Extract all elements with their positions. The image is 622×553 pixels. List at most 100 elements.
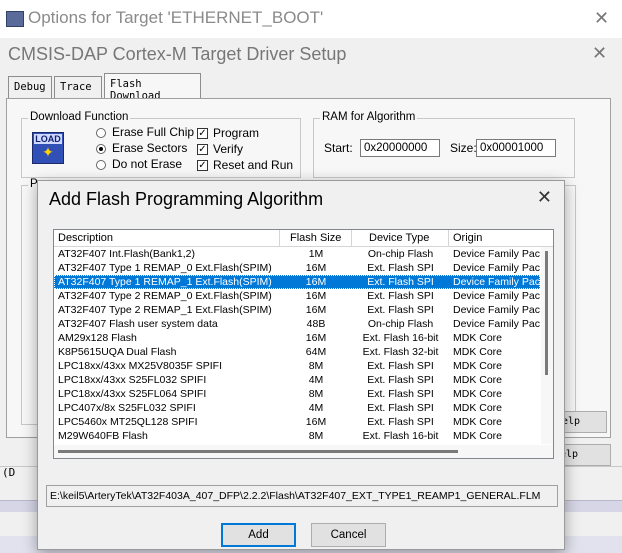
reset-and-run-label: Reset and Run	[213, 158, 294, 172]
cell-flash-size: 16M	[305, 290, 327, 302]
cell-description: AT32F407 Type 1 REMAP_1 Ext.Flash(SPIM)	[58, 276, 272, 288]
table-row[interactable]: LPC5460x MT25QL128 SPIFI 16M Ext. Flash SP…	[54, 415, 540, 429]
vertical-scrollbar[interactable]	[541, 247, 553, 444]
cell-origin: MDK Core	[453, 374, 503, 386]
cell-origin: Device Family Pac	[453, 248, 540, 260]
do-not-erase-label: Do not Erase	[112, 157, 183, 171]
cell-description: MIMXRT105x EcoXiP Flash	[58, 443, 278, 444]
cell-device-type: Ext. Flash SPI	[367, 416, 434, 428]
table-row[interactable]: LPC18xx/43xx S25FL032 SPIFI 4M Ext. Flash …	[54, 373, 540, 387]
cell-description: AT32F407 Type 2 REMAP_0 Ext.Flash(SPIM)	[58, 290, 272, 302]
scrollbar-thumb[interactable]	[58, 450, 458, 453]
cell-description: K8P5615UQA Dual Flash	[58, 346, 177, 358]
verify-checkbox[interactable]: ✓	[197, 144, 208, 155]
cell-flash-size: 16M	[305, 276, 327, 288]
table-row[interactable]: MIMXRT105x EcoXiP Flash4MExt. Flash SPI M…	[54, 443, 540, 444]
column-header-device-type[interactable]: Device Type	[352, 230, 449, 246]
cell-flash-size: 48B	[306, 318, 326, 330]
add-flash-algorithm-dialog: Add Flash Programming Algorithm ✕ Descri…	[37, 180, 565, 550]
scrollbar-thumb[interactable]	[545, 251, 548, 375]
reset-and-run-checkbox[interactable]: ✓	[197, 160, 208, 171]
cell-device-type: Ext. Flash SPI	[367, 304, 434, 316]
cell-description: LPC5460x MT25QL128 SPIFI	[58, 416, 198, 428]
cell-description: M29W640FB Flash	[58, 430, 148, 442]
cell-description: AT32F407 Type 2 REMAP_1 Ext.Flash(SPIM)	[58, 304, 272, 316]
algorithm-table: Description Flash Size Device Type Origi…	[53, 229, 554, 459]
cell-flash-size: 8M	[308, 430, 324, 442]
algorithm-path-field[interactable]: E:\keil5\ArteryTek\AT32F403A_407_DFP\2.2…	[46, 485, 558, 507]
load-icon: LOAD ✦	[32, 132, 64, 164]
cancel-button[interactable]: Cancel	[311, 523, 386, 547]
cell-flash-size: 4M	[308, 374, 324, 386]
program-label: Program	[213, 126, 260, 140]
verify-label: Verify	[213, 142, 244, 156]
do-not-erase-radio[interactable]	[96, 160, 106, 170]
cell-origin: MDK Core	[453, 416, 503, 428]
cell-device-type: On-chip Flash	[367, 318, 434, 330]
horizontal-scrollbar[interactable]	[54, 445, 553, 458]
cell-flash-size: 1M	[308, 248, 324, 260]
load-icon-text: LOAD	[34, 134, 62, 144]
erase-full-chip-radio[interactable]	[96, 128, 106, 138]
table-row[interactable]: LPC407x/8x S25FL032 SPIFI 4M Ext. Flash SP…	[54, 401, 540, 415]
cell-origin: Device Family Pac	[453, 318, 540, 330]
cell-flash-size: 8M	[308, 360, 324, 372]
cell-origin: MDK Core	[453, 388, 503, 400]
table-row[interactable]: AT32F407 Type 1 REMAP_0 Ext.Flash(SPIM) 1…	[54, 261, 540, 275]
column-header-description[interactable]: Description	[54, 230, 280, 246]
cell-device-type: Ext. Flash 16-bit	[362, 332, 439, 344]
cell-device-type: Ext. Flash 16-bit	[362, 430, 439, 442]
options-window-title: Options for Target 'ETHERNET_BOOT'	[28, 8, 324, 27]
ram-start-input[interactable]: 0x20000000	[360, 139, 440, 157]
cell-description: AT32F407 Type 1 REMAP_0 Ext.Flash(SPIM)	[58, 262, 272, 274]
table-row[interactable]: LPC18xx/43xx S25FL064 SPIFI 8M Ext. Flash …	[54, 387, 540, 401]
cell-origin: Device Family Pac	[453, 262, 540, 274]
erase-full-chip-label: Erase Full Chip	[112, 125, 195, 139]
tab-debug[interactable]: Debug	[8, 76, 52, 98]
column-header-origin[interactable]: Origin	[449, 230, 553, 246]
table-row[interactable]: LPC18xx/43xx MX25V8035F SPIFI 8M Ext. Flas…	[54, 359, 540, 373]
tab-label: Trace	[60, 81, 92, 93]
cell-flash-size: 16M	[305, 262, 327, 274]
table-row[interactable]: AT32F407 Flash user system data 48B On-chi…	[54, 317, 540, 331]
table-row[interactable]: AT32F407 Type 2 REMAP_1 Ext.Flash(SPIM) 1…	[54, 303, 540, 317]
program-checkbox[interactable]: ✓	[197, 128, 208, 139]
cell-device-type: Ext. Flash SPI	[352, 443, 449, 444]
table-row[interactable]: AT32F407 Type 2 REMAP_0 Ext.Flash(SPIM) 1…	[54, 289, 540, 303]
cell-flash-size: 64M	[305, 346, 327, 358]
cell-device-type: Ext. Flash SPI	[367, 388, 434, 400]
group-legend: Download Function	[28, 111, 131, 123]
table-row[interactable]: K8P5615UQA Dual Flash 64M Ext. Flash 32-bi…	[54, 345, 540, 359]
cell-device-type: Ext. Flash SPI	[367, 262, 434, 274]
erase-sectors-label: Erase Sectors	[112, 141, 188, 155]
tab-trace[interactable]: Trace	[54, 76, 102, 98]
cell-origin: MDK Core	[453, 402, 503, 414]
table-row[interactable]: AT32F407 Int.Flash(Bank1,2) 1M On-chip Fla…	[54, 247, 540, 261]
cell-device-type: Ext. Flash SPI	[367, 290, 434, 302]
table-row[interactable]: AT32F407 Type 1 REMAP_1 Ext.Flash(SPIM) 1…	[54, 275, 540, 289]
setup-window-title: CMSIS-DAP Cortex-M Target Driver Setup	[8, 44, 347, 64]
table-row[interactable]: AM29x128 Flash 16M Ext. Flash 16-bit MDK Co…	[54, 331, 540, 345]
close-icon[interactable]: ✕	[594, 8, 609, 29]
ram-size-input[interactable]: 0x00001000	[476, 139, 556, 157]
close-icon[interactable]: ✕	[592, 43, 607, 64]
setup-window-titlebar: CMSIS-DAP Cortex-M Target Driver Setup ✕	[0, 38, 622, 72]
cell-flash-size: 4M	[308, 402, 324, 414]
tab-flash-download[interactable]: Flash Download	[104, 73, 201, 102]
size-label: Size:	[450, 141, 477, 155]
column-header-flash-size[interactable]: Flash Size	[280, 230, 352, 246]
cell-device-type: Ext. Flash SPI	[367, 402, 434, 414]
dialog-title: Add Flash Programming Algorithm	[49, 189, 324, 209]
table-row[interactable]: M29W640FB Flash 8M Ext. Flash 16-bit MDK Co…	[54, 429, 540, 443]
background-label: (D	[2, 466, 16, 479]
cell-origin: Device Family Pac	[453, 276, 540, 288]
cell-origin: MDK Core	[453, 346, 503, 358]
cell-description: AT32F407 Flash user system data	[58, 318, 218, 330]
cell-description: LPC18xx/43xx S25FL064 SPIFI	[58, 388, 207, 400]
add-button[interactable]: Add	[221, 523, 296, 547]
ram-for-algorithm-group: RAM for Algorithm Start: 0x20000000 Size…	[313, 111, 575, 178]
close-icon[interactable]: ✕	[537, 187, 552, 208]
cell-flash-size: 8M	[308, 388, 324, 400]
cell-description: AM29x128 Flash	[58, 332, 137, 344]
erase-sectors-radio[interactable]	[96, 144, 106, 154]
